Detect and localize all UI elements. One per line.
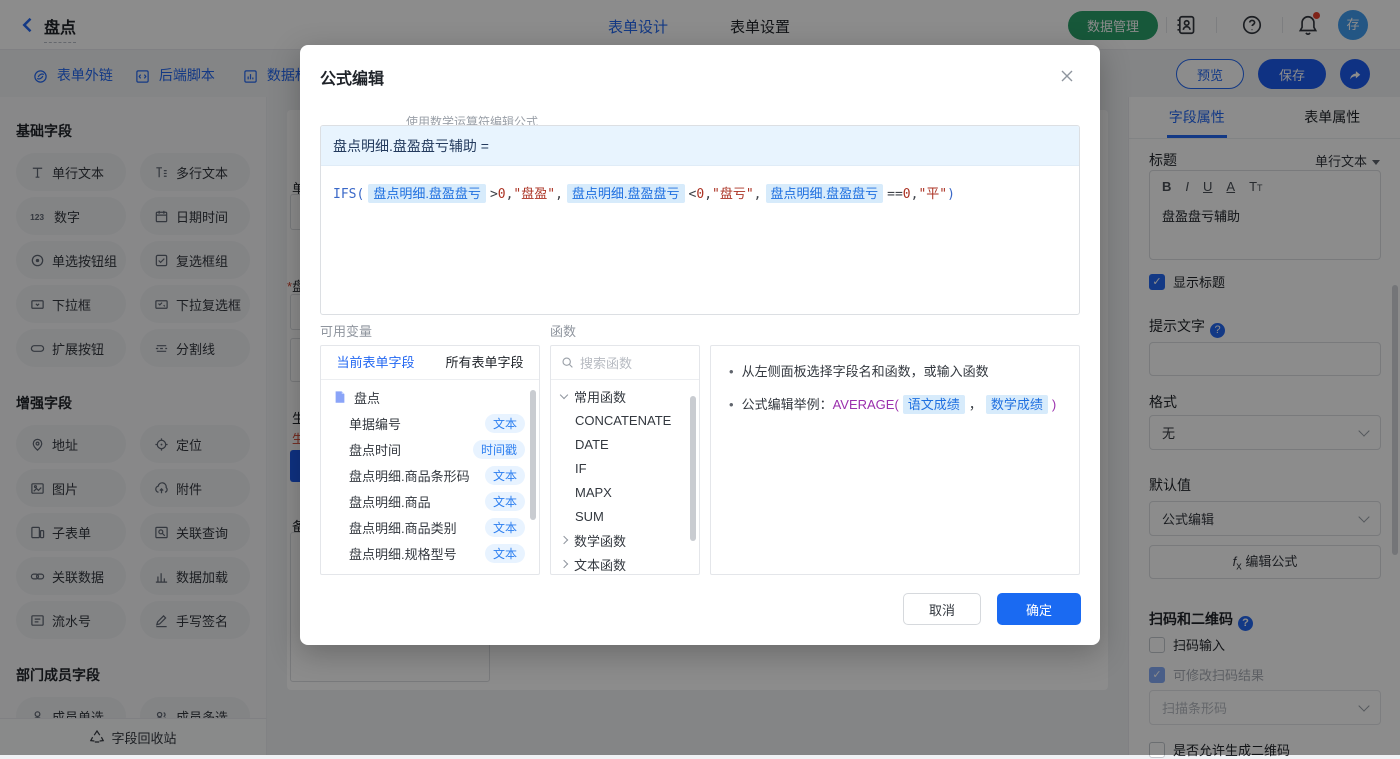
function-item[interactable]: IF <box>551 456 699 480</box>
chevron-down-icon <box>560 390 568 398</box>
function-item[interactable]: CONCATENATE <box>551 408 699 432</box>
variables-root-node[interactable]: 盘点 <box>321 384 539 410</box>
cancel-button[interactable]: 取消 <box>903 593 981 625</box>
formula-token: IFS( <box>333 187 364 202</box>
variables-label: 可用变量 <box>320 321 372 340</box>
formula-edit-modal: 公式编辑 使用数学运算符编辑公式 盘点明细.盘盈盘亏辅助 = IFS(盘点明细.… <box>300 45 1100 645</box>
variable-row[interactable]: 盘点时间时间戳 <box>321 436 539 462</box>
formula-token: "平" <box>918 187 947 202</box>
formula-help-panel: •从左侧面板选择字段名和函数，或输入函数 •公式编辑举例：AVERAGE(语文成… <box>710 345 1080 575</box>
bullet: • <box>729 364 734 379</box>
example-function: ) <box>1052 397 1056 412</box>
help-line-2: •公式编辑举例：AVERAGE(语文成绩，数学成绩) <box>725 395 1065 415</box>
formula-field-chip[interactable]: 盘点明细.盘盈盘亏 <box>567 184 685 203</box>
formula-field-chip[interactable]: 盘点明细.盘盈盘亏 <box>766 184 884 203</box>
search-icon <box>561 356 574 369</box>
function-group-math[interactable]: 数学函数 <box>551 528 699 552</box>
formula-target: 盘点明细.盘盈盘亏辅助 = <box>321 126 1079 166</box>
variable-row[interactable]: 单据编号文本 <box>321 410 539 436</box>
function-group-text[interactable]: 文本函数 <box>551 552 699 575</box>
variable-row[interactable]: 盘点明细.商品条形码文本 <box>321 462 539 488</box>
formula-editor: 盘点明细.盘盈盘亏辅助 = IFS(盘点明细.盘盈盘亏>0,"盘盈",盘点明细.… <box>320 125 1080 315</box>
variable-row[interactable]: 盘点明细.商品文本 <box>321 488 539 514</box>
functions-panel: 搜索函数 常用函数 CONCATENATE DATE IF MAPX SUM 数… <box>550 345 700 575</box>
tab-all-form-fields[interactable]: 所有表单字段 <box>430 346 539 379</box>
formula-token: == <box>887 187 903 202</box>
close-icon[interactable] <box>1056 65 1078 87</box>
type-badge: 文本 <box>485 414 525 433</box>
example-function: AVERAGE( <box>833 397 899 412</box>
example-field-chip: 数学成绩 <box>986 395 1048 414</box>
formula-field-chip[interactable]: 盘点明细.盘盈盘亏 <box>368 184 486 203</box>
formula-token: "盘亏" <box>712 187 754 202</box>
functions-label: 函数 <box>550 321 576 340</box>
function-search-input[interactable]: 搜索函数 <box>551 346 699 380</box>
tab-current-form-fields[interactable]: 当前表单字段 <box>321 346 430 379</box>
formula-input[interactable]: IFS(盘点明细.盘盈盘亏>0,"盘盈",盘点明细.盘盈盘亏<0,"盘亏",盘点… <box>321 166 1079 223</box>
example-field-chip: 语文成绩 <box>903 395 965 414</box>
formula-token: ) <box>947 187 955 202</box>
chevron-right-icon <box>560 560 568 568</box>
variables-tabs: 当前表单字段 所有表单字段 <box>321 346 539 380</box>
help-line-1: •从左侧面板选择字段名和函数，或输入函数 <box>725 362 1065 382</box>
function-group-common[interactable]: 常用函数 <box>551 384 699 408</box>
function-item[interactable]: DATE <box>551 432 699 456</box>
variable-row[interactable]: 盘点明细.商品类别文本 <box>321 514 539 540</box>
type-badge: 文本 <box>485 492 525 511</box>
form-file-icon <box>333 390 347 404</box>
formula-token: 0 <box>498 187 506 202</box>
type-badge: 文本 <box>485 466 525 485</box>
type-badge: 文本 <box>485 518 525 537</box>
variable-row[interactable]: 盘点明细.规格型号文本 <box>321 540 539 566</box>
confirm-button[interactable]: 确定 <box>997 593 1081 625</box>
formula-token: "盘盈" <box>513 187 555 202</box>
formula-token: , <box>555 187 563 202</box>
type-badge: 时间戳 <box>473 440 525 459</box>
type-badge: 文本 <box>485 544 525 563</box>
function-item[interactable]: SUM <box>551 504 699 528</box>
chevron-right-icon <box>560 536 568 544</box>
formula-token: > <box>490 187 498 202</box>
formula-token: 0 <box>903 187 911 202</box>
formula-token: 0 <box>696 187 704 202</box>
functions-scrollbar[interactable] <box>690 396 696 541</box>
variables-panel: 当前表单字段 所有表单字段 盘点 单据编号文本 盘点时间时间戳 盘点明细.商品条… <box>320 345 540 575</box>
variables-scrollbar[interactable] <box>530 390 536 520</box>
formula-token: , <box>754 187 762 202</box>
modal-title: 公式编辑 <box>320 65 384 89</box>
bullet: • <box>729 397 734 412</box>
function-item[interactable]: MAPX <box>551 480 699 504</box>
formula-token: , <box>704 187 712 202</box>
